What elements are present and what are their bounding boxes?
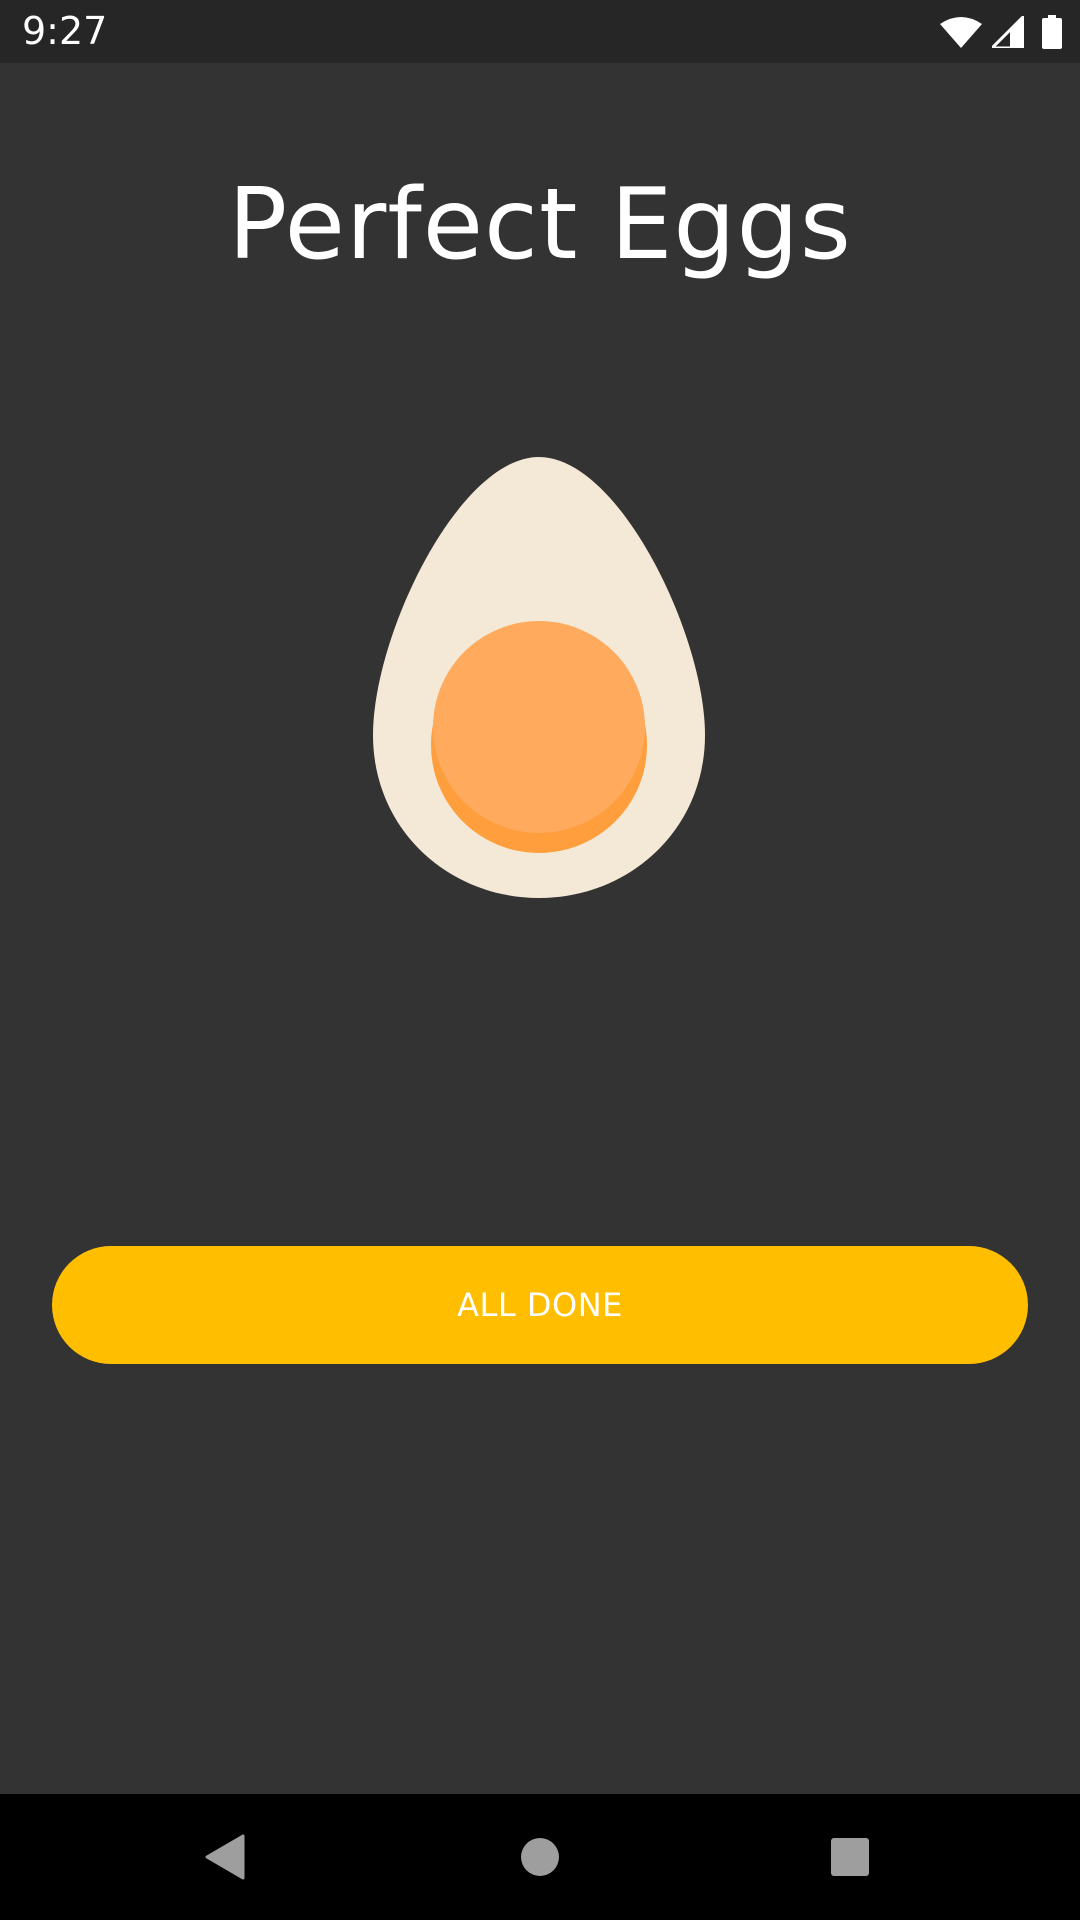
egg-icon	[369, 455, 709, 900]
all-done-button[interactable]: ALL DONE	[52, 1246, 1028, 1364]
back-icon[interactable]	[190, 1822, 260, 1892]
status-bar: 9:27	[0, 0, 1080, 63]
recents-icon[interactable]	[815, 1822, 885, 1892]
home-icon[interactable]	[505, 1822, 575, 1892]
status-icons	[940, 12, 1062, 52]
wifi-icon	[940, 16, 982, 48]
status-time: 9:27	[22, 9, 108, 53]
app-title: Perfect Eggs	[228, 168, 852, 282]
cell-signal-icon	[992, 16, 1024, 48]
navigation-bar	[0, 1794, 1080, 1920]
battery-icon	[1042, 15, 1062, 49]
